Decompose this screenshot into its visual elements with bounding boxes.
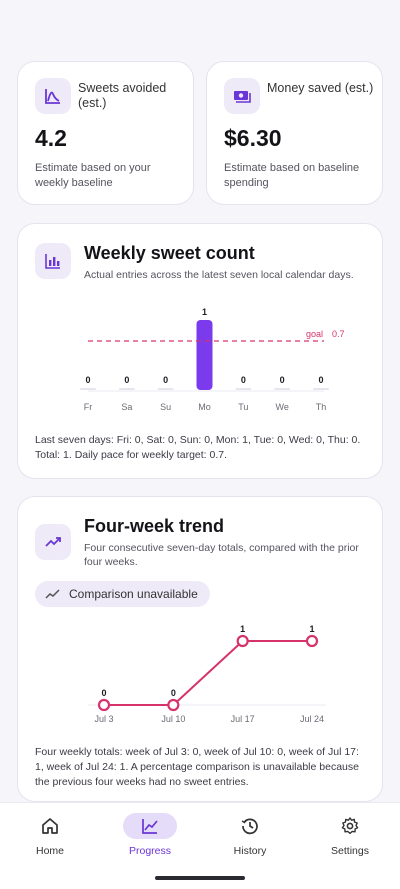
chip-label: Comparison unavailable — [69, 587, 198, 601]
four-week-line-chart: 0 Jul 3 0 Jul 10 1 Jul 17 1 Jul 24 — [88, 624, 326, 724]
bar — [196, 320, 213, 390]
nav-label: Progress — [128, 845, 171, 857]
home-icon — [42, 818, 58, 834]
tick-label: We — [275, 402, 288, 412]
trend-chart-icon — [35, 78, 71, 114]
card-title: Four-week trend — [84, 516, 225, 536]
gear-icon — [341, 817, 359, 835]
data-point — [236, 634, 249, 648]
progress-chart-icon — [142, 819, 158, 834]
data-label: 1 — [240, 624, 245, 634]
data-label: 0 — [241, 375, 246, 385]
nav-label: History — [233, 845, 267, 857]
stat-label: Sweets avoided (est.) — [78, 81, 167, 110]
data-point — [167, 698, 180, 712]
data-label: 0 — [124, 375, 129, 385]
bar-chart-icon — [35, 243, 71, 279]
trend-summary: Four weekly totals: week of Jul 3: 0, we… — [35, 746, 359, 788]
comparison-status-chip: Comparison unavailable — [35, 581, 210, 607]
stat-note: Estimate based on your weekly baseline — [35, 162, 151, 189]
nav-item-progress[interactable]: Progress — [100, 813, 200, 857]
home-indicator — [155, 876, 245, 880]
nav-item-home[interactable]: Home — [0, 813, 100, 857]
tick-label: Jul 17 — [231, 714, 255, 724]
tick-label: Jul 24 — [300, 714, 324, 724]
tick-label: Th — [316, 402, 327, 412]
stat-value: 4.2 — [35, 125, 67, 151]
nav-item-settings[interactable]: Settings — [300, 813, 400, 857]
data-label: 0 — [101, 688, 106, 698]
bar — [157, 388, 174, 390]
tick-label: Fr — [84, 402, 93, 412]
stat-label: Money saved (est.) — [267, 81, 374, 95]
bar — [235, 388, 252, 390]
data-label: 0 — [318, 375, 323, 385]
sweets-avoided-card: Sweets avoided (est.) 4.2 Estimate based… — [17, 61, 194, 205]
card-subtitle: Four consecutive seven-day totals, compa… — [84, 542, 359, 568]
tick-label: Jul 3 — [94, 714, 113, 724]
weekly-count-card: Weekly sweet count Actual entries across… — [17, 223, 383, 479]
stat-note: Estimate based on baseline spending — [224, 162, 360, 189]
tick-label: Tu — [238, 402, 248, 412]
series-line — [104, 640, 312, 706]
trending-icon — [45, 589, 60, 599]
stat-value: $6.30 — [224, 125, 282, 151]
goal-label: goal — [306, 329, 323, 339]
data-label: 0 — [280, 375, 285, 385]
card-title: Weekly sweet count — [84, 243, 255, 263]
bar — [80, 388, 96, 390]
four-week-trend-card: Four-week trend Four consecutive seven-d… — [17, 496, 383, 802]
weekly-bar-chart: 0 Fr 0 Sa 0 Su 1 Mo 0 Tu 0 We 0 Th goal 0.7 — [80, 307, 345, 412]
data-label: 0 — [163, 375, 168, 385]
tick-label: Su — [160, 402, 171, 412]
trending-up-icon — [35, 524, 71, 560]
data-label: 0 — [85, 375, 90, 385]
history-icon — [241, 818, 258, 835]
data-label: 0 — [171, 688, 176, 698]
data-label: 1 — [202, 307, 207, 317]
data-point — [305, 634, 319, 648]
weekly-summary: Last seven days: Fri: 0, Sat: 0, Sun: 0,… — [35, 434, 361, 461]
money-saved-card: Money saved (est.) $6.30 Estimate based … — [206, 61, 383, 205]
card-subtitle: Actual entries across the latest seven l… — [84, 269, 354, 281]
nav-label: Settings — [331, 845, 369, 857]
bar — [274, 388, 291, 390]
nav-item-history[interactable]: History — [200, 813, 300, 857]
bar — [313, 388, 329, 390]
goal-value-label: 0.7 — [332, 329, 345, 339]
tick-label: Mo — [198, 402, 211, 412]
cash-icon — [224, 78, 260, 114]
bar — [118, 388, 135, 390]
data-label: 1 — [309, 624, 314, 634]
data-point — [97, 698, 111, 712]
tick-label: Sa — [121, 402, 132, 412]
nav-label: Home — [35, 845, 64, 857]
tick-label: Jul 10 — [161, 714, 185, 724]
